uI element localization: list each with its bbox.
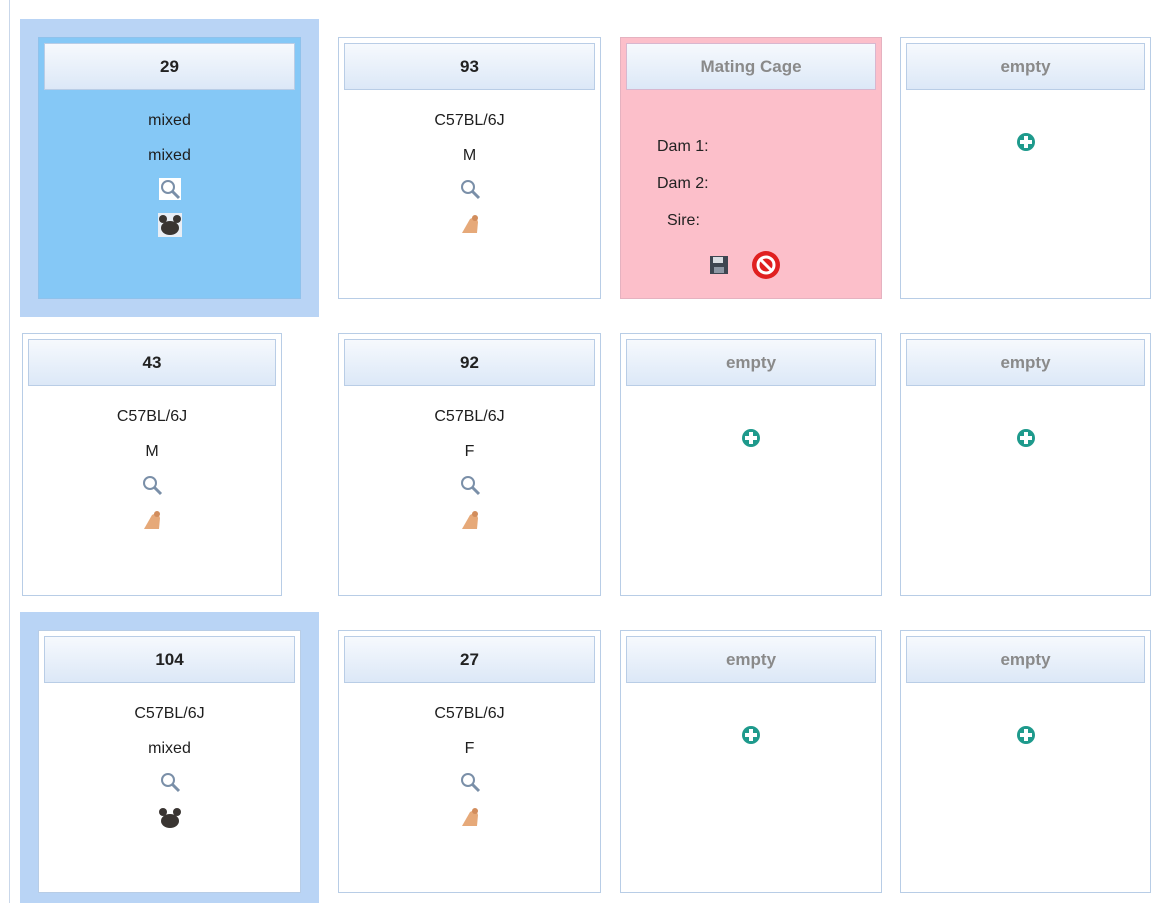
empty-cage-title[interactable]: empty	[906, 636, 1145, 683]
cage-strain: C57BL/6J	[434, 408, 505, 425]
tan-mouse-icon[interactable]	[460, 509, 480, 536]
sire-label: Sire:	[667, 212, 700, 229]
cage-card[interactable]: 27 C57BL/6J F	[338, 630, 601, 893]
cage-number[interactable]: 104	[44, 636, 295, 683]
empty-cage-title[interactable]: empty	[626, 636, 876, 683]
cage-number[interactable]: 29	[44, 43, 295, 90]
dam1-label: Dam 1:	[657, 138, 709, 155]
cage-number[interactable]: 43	[28, 339, 276, 386]
tan-mouse-icon[interactable]	[142, 509, 162, 536]
save-icon[interactable]	[709, 255, 729, 280]
empty-cage-card[interactable]: empty	[620, 630, 882, 893]
cage-sex: F	[464, 740, 475, 757]
magnifier-icon[interactable]	[158, 178, 181, 205]
add-icon[interactable]	[1015, 427, 1037, 454]
tan-mouse-icon[interactable]	[460, 806, 480, 833]
tan-mouse-icon[interactable]	[460, 213, 480, 240]
cage-card[interactable]: 104 C57BL/6J mixed	[38, 630, 301, 893]
empty-cage-card[interactable]: empty	[900, 630, 1151, 893]
cage-sex: M	[145, 443, 159, 460]
add-icon[interactable]	[1015, 724, 1037, 751]
empty-cage-title[interactable]: empty	[906, 43, 1145, 90]
cage-strain: mixed	[148, 112, 191, 129]
empty-cage-card[interactable]: empty	[900, 37, 1151, 299]
cage-sex: F	[464, 443, 475, 460]
empty-cage-card[interactable]: empty	[900, 333, 1151, 596]
mating-cage-title[interactable]: Mating Cage	[626, 43, 876, 90]
mating-cage-card[interactable]: Mating Cage Dam 1: Dam 2: Sire:	[620, 37, 882, 299]
magnifier-icon[interactable]	[141, 474, 163, 501]
cage-number[interactable]: 27	[344, 636, 595, 683]
magnifier-icon[interactable]	[159, 771, 181, 798]
empty-cage-title[interactable]: empty	[906, 339, 1145, 386]
magnifier-icon[interactable]	[459, 474, 481, 501]
cancel-icon[interactable]	[751, 250, 781, 285]
empty-cage-title[interactable]: empty	[626, 339, 876, 386]
magnifier-icon[interactable]	[459, 178, 481, 205]
dark-mouse-icon[interactable]	[158, 806, 182, 835]
cage-card[interactable]: 92 C57BL/6J F	[338, 333, 601, 596]
cage-card[interactable]: 43 C57BL/6J M	[22, 333, 282, 596]
cage-card[interactable]: 93 C57BL/6J M	[338, 37, 601, 299]
cage-card[interactable]: 29 mixed mixed	[38, 37, 301, 299]
left-border	[9, 0, 10, 903]
cage-sex: mixed	[148, 740, 191, 757]
cage-number[interactable]: 92	[344, 339, 595, 386]
add-icon[interactable]	[740, 427, 762, 454]
magnifier-icon[interactable]	[459, 771, 481, 798]
cage-strain: C57BL/6J	[134, 705, 205, 722]
cage-sex: M	[462, 147, 477, 164]
add-icon[interactable]	[740, 724, 762, 751]
cage-strain: C57BL/6J	[434, 112, 505, 129]
add-icon[interactable]	[1015, 131, 1037, 158]
cage-strain: C57BL/6J	[116, 408, 188, 425]
cage-sex: mixed	[148, 147, 191, 164]
empty-cage-card[interactable]: empty	[620, 333, 882, 596]
dark-mouse-icon[interactable]	[157, 213, 182, 242]
dam2-label: Dam 2:	[657, 175, 709, 192]
cage-number[interactable]: 93	[344, 43, 595, 90]
cage-strain: C57BL/6J	[434, 705, 505, 722]
